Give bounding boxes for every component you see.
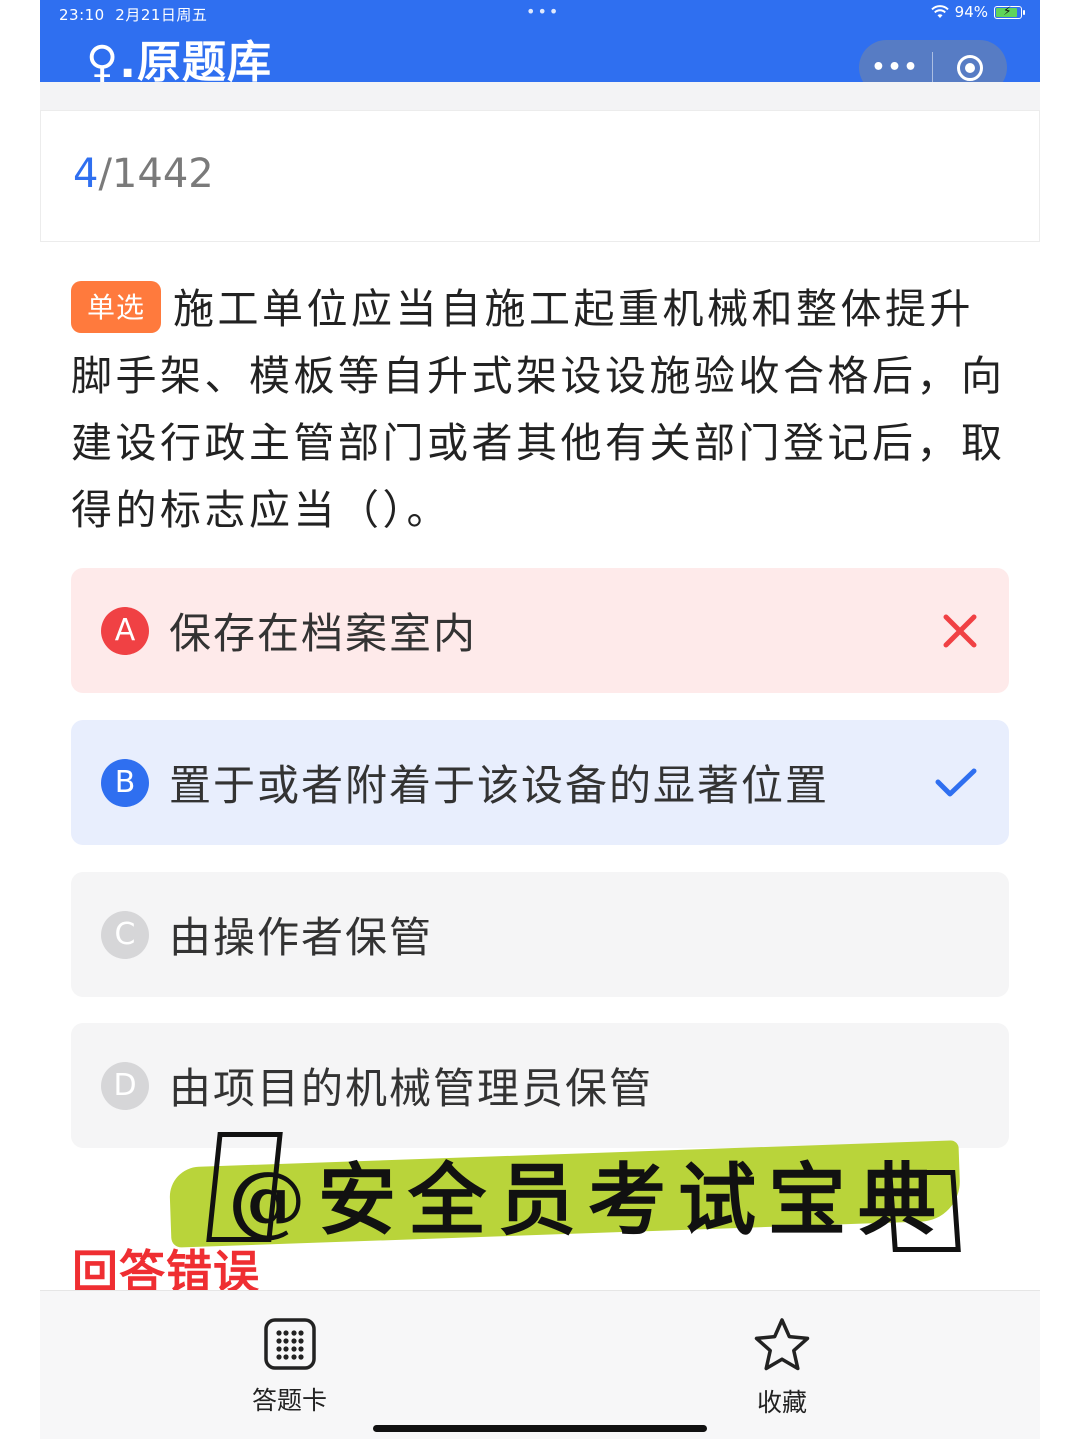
option-b-text: 置于或者附着于该设备的显著位置 (169, 761, 830, 810)
star-icon (754, 1318, 810, 1371)
option-c[interactable]: C 由操作者保管 (71, 872, 1009, 997)
watermark-text: @安全员考试宝典 (228, 1155, 949, 1246)
status-time: 23:10 2月21日周五 (59, 4, 207, 25)
header-gap (40, 82, 1040, 110)
wifi-icon (930, 5, 949, 18)
charging-bolt-icon: ⚡ (1003, 3, 1012, 18)
option-d[interactable]: D 由项目的机械管理员保管 (71, 1023, 1009, 1148)
question-progress: 4/1442 (73, 151, 214, 197)
favorite-button[interactable]: 收藏 (753, 1317, 811, 1419)
status-date-text: 2月21日周五 (115, 6, 208, 24)
battery-icon: ⚡ (994, 3, 1025, 19)
correct-check-icon (935, 768, 977, 796)
option-a-letter: A (101, 606, 149, 655)
more-menu-button[interactable]: ••• (859, 55, 932, 80)
bottom-bar: 答题卡 收藏 (40, 1290, 1040, 1439)
question-type-badge: 单选 (71, 281, 162, 333)
app-frame: 23:10 2月21日周五 ••• 94% ⚡ ♀.原题库 ••• 4/1442… (40, 0, 1040, 1439)
option-b-letter: B (101, 758, 149, 807)
progress-current: 4 (73, 151, 99, 197)
progress-total: /1442 (98, 151, 214, 197)
question-stem: 单选 施工单位应当自施工起重机械和整体提升脚手架、模板等自升式架设设施验收合格后，… (71, 276, 1015, 544)
home-indicator[interactable] (373, 1425, 707, 1432)
battery-percent: 94% (954, 3, 988, 21)
favorite-label: 收藏 (756, 1388, 807, 1417)
option-b[interactable]: B 置于或者附着于该设备的显著位置 (71, 720, 1009, 845)
app-header: 23:10 2月21日周五 ••• 94% ⚡ ♀.原题库 ••• (40, 0, 1040, 95)
option-c-letter: C (101, 910, 149, 959)
option-d-letter: D (101, 1061, 149, 1110)
progress-card: 4/1442 (40, 110, 1040, 242)
status-time-text: 23:10 (59, 6, 105, 24)
question-text: 施工单位应当自施工起重机械和整体提升脚手架、模板等自升式架设设施验收合格后，向建… (71, 285, 1006, 534)
wrong-x-icon (943, 614, 977, 647)
option-a-text: 保存在档案室内 (169, 609, 478, 658)
target-icon (957, 54, 983, 81)
answer-card-button[interactable]: 答题卡 (252, 1317, 327, 1417)
close-miniprogram-button[interactable] (933, 54, 1007, 81)
option-d-text: 由项目的机械管理员保管 (169, 1064, 654, 1113)
multitask-dots-icon[interactable]: ••• (526, 2, 560, 21)
answer-card-label: 答题卡 (252, 1386, 328, 1415)
option-a[interactable]: A 保存在档案室内 (71, 568, 1009, 693)
app-title: ♀.原题库 (86, 37, 272, 88)
watermark: @安全员考试宝典 (168, 1132, 962, 1252)
status-right: 94% ⚡ (930, 3, 1025, 21)
battery-cap (1023, 9, 1025, 15)
option-c-text: 由操作者保管 (169, 913, 434, 962)
grid-icon (263, 1318, 316, 1370)
